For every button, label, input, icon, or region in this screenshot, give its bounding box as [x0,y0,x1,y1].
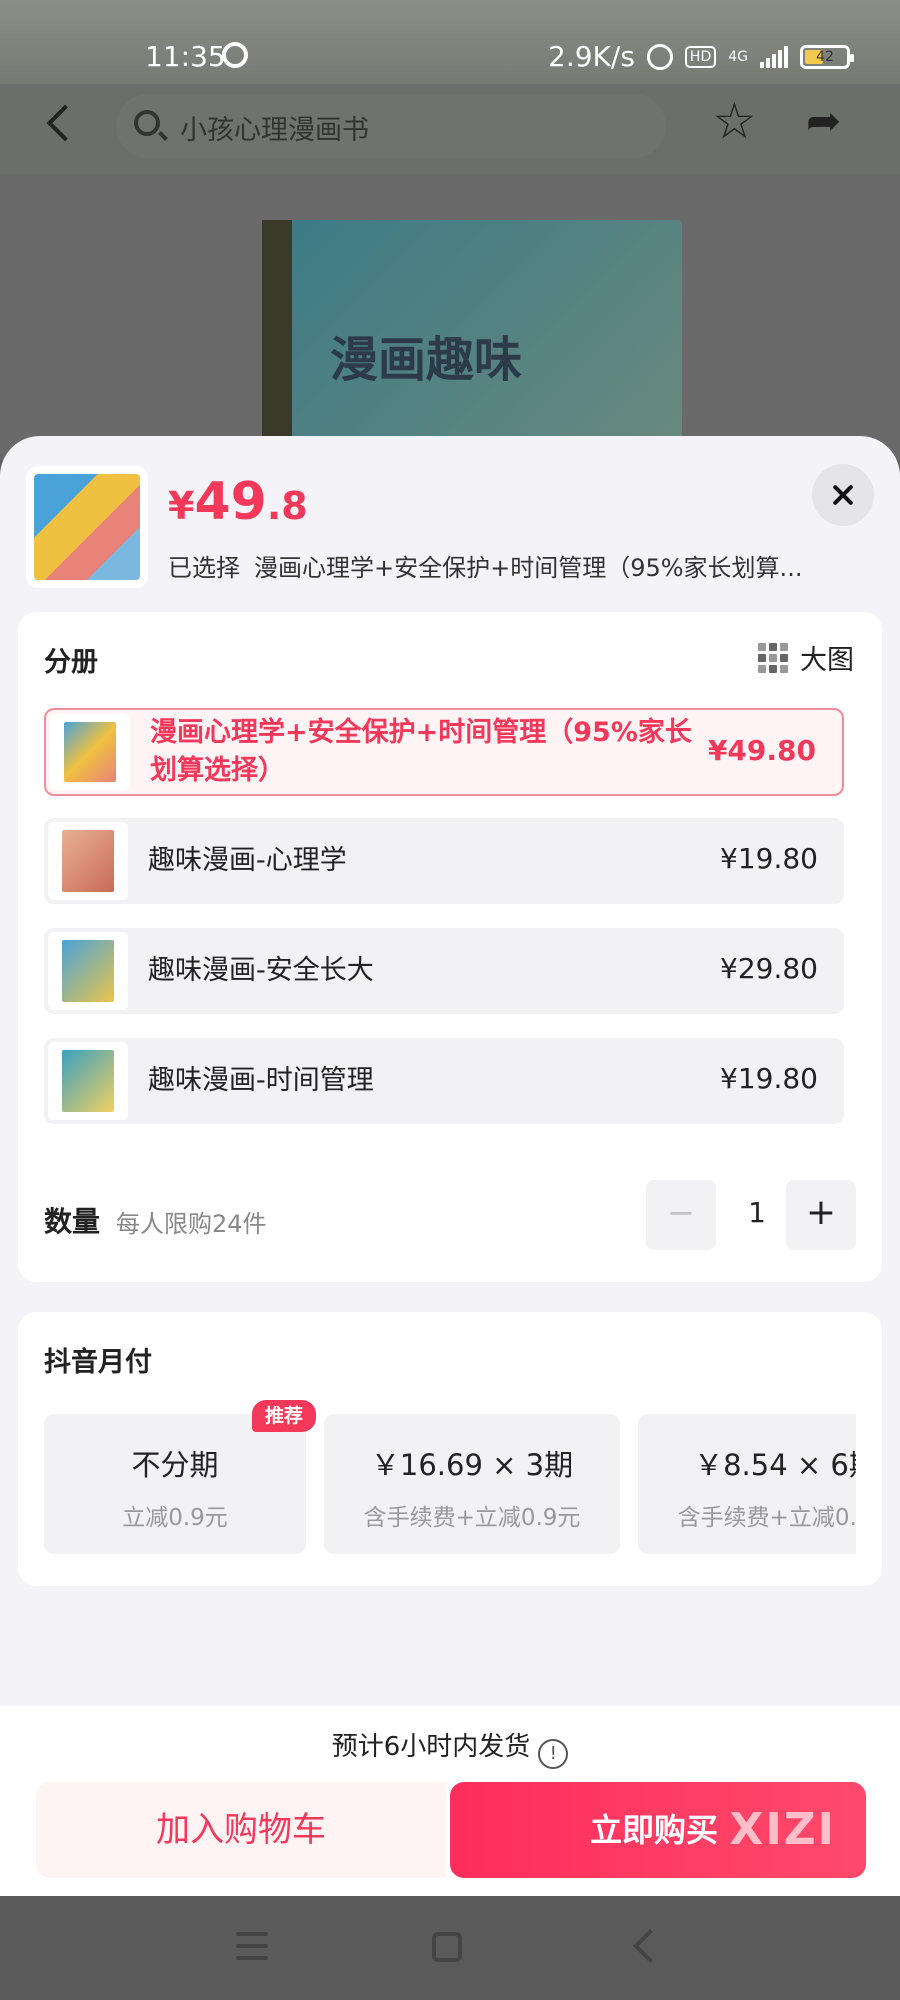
bottom-action-bar: 预计6小时内发货! 加入购物车 立即购买 XIZI [0,1706,900,1898]
system-back-icon[interactable] [633,1929,667,1963]
search-query: 小孩心理漫画书 [180,115,369,146]
info-icon[interactable]: ! [538,1739,569,1769]
volume-option-bundle[interactable]: 漫画心理学+安全保护+时间管理（95%家长划算选择） ¥49.80 [44,708,844,796]
back-icon[interactable] [46,104,84,142]
quantity-increment-button[interactable]: + [786,1180,856,1250]
share-icon[interactable]: ➦ [806,100,841,142]
installment-main: ￥8.54 × 6期 [694,1448,856,1482]
price-integer: 49 [194,472,267,532]
installment-option-6[interactable]: ￥8.54 × 6期 含手续费+立减0.9元 [638,1414,856,1554]
installment-main: 不分期 [131,1448,219,1482]
installment-sub: 立减0.9元 [122,1505,228,1531]
volume-name: 趣味漫画-时间管理 [148,1065,374,1096]
price-currency: ¥ [168,484,195,528]
volume-option-safety[interactable]: 趣味漫画-安全长大 ¥29.80 [44,928,844,1014]
volume-name: 趣味漫画-心理学 [148,845,347,876]
grid-icon [758,642,788,673]
installment-sub: 含手续费+立减0.9元 [677,1505,856,1531]
signal-icon [760,45,788,68]
shipping-text: 预计6小时内发货 [331,1732,531,1762]
alarm-icon [646,43,673,70]
sku-selection-sheet: ¥49.8 已选择 漫画心理学+安全保护+时间管理（95%家长划算... 分册 大… [0,436,900,1876]
installment-option-none[interactable]: 不分期 立减0.9元 [44,1414,306,1554]
selected-label: 已选择 [168,554,240,582]
volume-thumbnail [48,1042,128,1120]
installment-options[interactable]: 不分期 立减0.9元 ￥16.69 × 3期 含手续费+立减0.9元 ￥8.54… [44,1414,856,1554]
selected-value: 漫画心理学+安全保护+时间管理（95%家长划算... [254,554,803,582]
status-time: 11:35 [145,40,226,73]
battery-icon: 42 [800,44,854,69]
search-icon [134,110,160,136]
volume-thumbnail [48,822,128,900]
volume-name: 趣味漫画-安全长大 [148,955,374,986]
buy-now-button[interactable]: 立即购买 XIZI [450,1782,866,1878]
volume-option-psychology[interactable]: 趣味漫画-心理学 ¥19.80 [44,818,844,904]
volume-price: ¥19.80 [720,1062,818,1095]
close-button[interactable] [812,464,874,526]
selected-price: ¥49.8 [168,472,308,532]
battery-level: 42 [816,48,834,65]
system-navigation-bar [0,1896,900,2000]
volume-price: ¥29.80 [720,952,818,985]
shipping-note: 预计6小时内发货! [0,1726,900,1769]
quantity-decrement-button[interactable]: − [646,1180,716,1250]
quantity-label: 数量 [44,1205,101,1238]
favorite-star-icon[interactable]: ☆ [712,96,757,146]
price-decimal: .8 [266,484,308,528]
quantity-value[interactable]: 1 [742,1196,772,1229]
volume-card: 分册 大图 漫画心理学+安全保护+时间管理（95%家长划算选择） ¥49.80 … [18,612,882,1282]
book-spine [262,220,292,460]
status-indicators: 2.9K/s HD 4G 42 [548,40,854,73]
volume-thumbnail [50,714,130,790]
big-image-toggle[interactable]: 大图 [758,638,854,677]
net-speed: 2.9K/s [548,40,635,73]
payment-section-title: 抖音月付 [44,1347,152,1378]
network-type: 4G [728,48,748,65]
gear-icon [222,42,248,68]
cover-title: 漫画趣味 [330,332,523,388]
recommended-badge: 推荐 [252,1400,316,1432]
add-to-cart-button[interactable]: 加入购物车 [36,1782,446,1878]
installment-sub: 含手续费+立减0.9元 [363,1505,581,1531]
payment-card: 抖音月付 不分期 立减0.9元 ￥16.69 × 3期 含手续费+立减0.9元 … [18,1312,882,1586]
volume-thumbnail [48,932,128,1010]
selected-summary: 已选择 漫画心理学+安全保护+时间管理（95%家长划算... [168,548,868,583]
buy-now-label: 立即购买 [590,1811,719,1849]
big-image-label: 大图 [800,645,854,676]
search-input[interactable]: 小孩心理漫画书 [116,94,666,158]
product-thumbnail[interactable] [26,466,148,588]
installment-option-3[interactable]: ￥16.69 × 3期 含手续费+立减0.9元 [324,1414,620,1554]
volume-price: ¥19.80 [720,842,818,875]
quantity-limit: 每人限购24件 [116,1210,267,1238]
top-nav: 小孩心理漫画书 ☆ ➦ [0,84,900,174]
watermark: XIZI [729,1804,836,1855]
hd-icon: HD [684,45,717,68]
home-icon[interactable] [432,1932,462,1962]
volume-name: 漫画心理学+安全保护+时间管理（95%家长划算选择） [150,717,692,786]
installment-main: ￥16.69 × 3期 [370,1448,574,1482]
volume-price: ¥49.80 [707,734,816,767]
volume-option-time-management[interactable]: 趣味漫画-时间管理 ¥19.80 [44,1038,844,1124]
recent-apps-icon[interactable] [236,1932,268,1960]
volume-section-title: 分册 [44,647,98,678]
